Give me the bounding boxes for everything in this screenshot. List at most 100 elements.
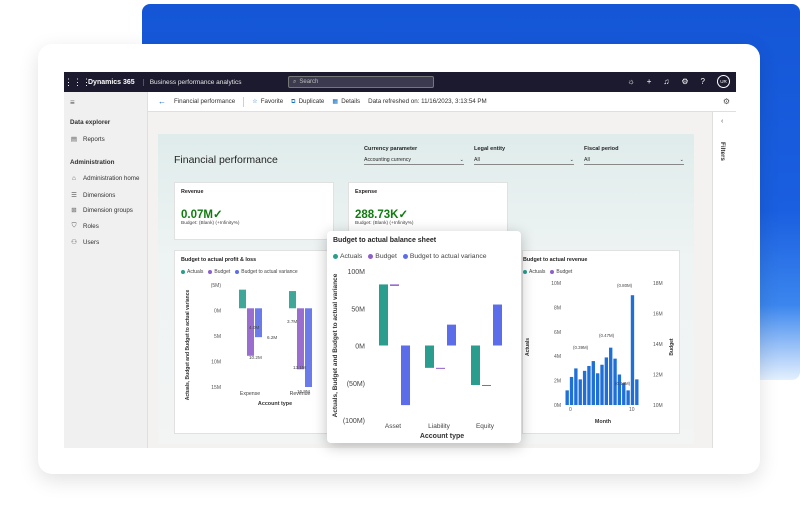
data-label: 13.1M <box>293 365 306 370</box>
legal-entity-dropdown[interactable]: All ⌄ <box>474 155 574 165</box>
fiscal-period-filter[interactable]: Fiscal period All ⌄ <box>584 146 684 165</box>
y-tick-label: (5M) <box>211 283 222 289</box>
bar-liability-budget-to-actual-variance <box>447 324 456 346</box>
legal-entity-filter[interactable]: Legal entity All ⌄ <box>474 146 574 165</box>
favorite-button[interactable]: ☆ Favorite <box>252 98 283 105</box>
top-icons: ☼ + ♫ ⚙ ? UR <box>627 75 730 88</box>
bar-liability-actuals <box>425 345 434 368</box>
y-axis-label: Actuals, Budget and Budget to actual var… <box>332 273 339 417</box>
y2-axis-label: Budget <box>669 338 675 356</box>
bar-equity-budget-to-actual-variance <box>493 304 502 346</box>
y-tick-label: (50M) <box>347 381 365 388</box>
bar-asset-budget-to-actual-variance <box>401 345 410 406</box>
favorite-label: Favorite <box>260 98 284 105</box>
y-tick-label: 10M <box>551 281 561 287</box>
data-refreshed-text: Data refreshed on: 11/16/2023, 3:13:54 P… <box>368 98 487 105</box>
sidebar-item-label: Dimensions <box>83 191 116 199</box>
star-icon: ☆ <box>252 98 258 105</box>
data-label: (0.39M) <box>573 345 589 350</box>
shield-icon: ⛉ <box>71 222 77 229</box>
y2-tick-label: 12M <box>653 373 663 379</box>
y-tick-label: 2M <box>554 379 561 385</box>
profit-loss-chart-panel[interactable]: Budget to actual profit & loss Actuals B… <box>174 250 344 434</box>
param-value: Accounting currency <box>364 156 411 163</box>
x-tick-label: Equity <box>476 423 495 430</box>
data-label: (0.47M) <box>599 333 615 338</box>
y-tick-label: 5M <box>214 334 221 340</box>
kpi-budget-text: Budget: (Blank) (+Infinity%) <box>181 221 240 226</box>
avatar[interactable]: UR <box>717 75 730 88</box>
hamburger-icon[interactable]: ≡ <box>70 98 75 107</box>
sidebar-item-label: Dimension groups <box>83 206 133 214</box>
details-button[interactable]: ▦ Details <box>332 98 360 105</box>
chevron-left-icon[interactable]: ‹ <box>721 118 723 125</box>
filters-pane[interactable]: ‹ Filters <box>712 112 736 448</box>
bar-equity-actuals <box>471 345 480 385</box>
sidebar-item-dimension-groups[interactable]: ⊞ Dimension groups <box>70 206 133 215</box>
checkmark-icon: ✓ <box>398 209 409 221</box>
bell-icon[interactable]: ♫ <box>663 77 669 86</box>
currency-parameter-filter[interactable]: Currency parameter Accounting currency ⌄ <box>364 146 464 165</box>
kpi-number: 288.73K <box>355 209 399 221</box>
data-label: (0.80M) <box>617 283 633 288</box>
revenue-kpi-card[interactable]: Revenue 0.07M✓ Budget: (Blank) (+Infinit… <box>174 182 334 240</box>
x-tick-label: 0 <box>569 407 572 413</box>
param-label: Legal entity <box>474 146 506 152</box>
home-icon: ⌂ <box>72 175 76 182</box>
plus-icon[interactable]: + <box>647 77 652 86</box>
x-axis-label: Account type <box>258 401 292 407</box>
bar-expense-actuals <box>239 289 246 309</box>
kpi-title: Revenue <box>181 189 204 195</box>
revenue-bar <box>609 347 613 405</box>
app-launcher-icon[interactable]: ⋮⋮⋮ <box>64 77 91 88</box>
data-label: 3.7M <box>287 319 297 324</box>
sidebar-item-dimensions[interactable]: ☰ Dimensions <box>70 191 116 200</box>
balance-sheet-chart-popup[interactable]: Budget to actual balance sheet Actuals B… <box>327 231 521 443</box>
revenue-chart-panel[interactable]: Budget to actual revenue Actuals Budget … <box>522 250 680 434</box>
back-arrow-icon[interactable]: ← <box>158 97 166 106</box>
details-label: Details <box>341 98 361 105</box>
x-axis-label: Month <box>595 419 611 425</box>
chevron-down-icon: ⌄ <box>459 156 464 163</box>
y-tick-label: 0M <box>214 309 221 315</box>
sidebar-item-reports[interactable]: ▤ Reports <box>70 135 105 144</box>
balance-sheet-chart: 100M 50M 0M (50M) (100M) Actuals, Budget and … <box>332 269 502 440</box>
revenue-bar <box>635 379 639 405</box>
sidebar-item-label: Reports <box>83 135 105 143</box>
page-breadcrumb: Financial performance <box>174 98 236 105</box>
y2-tick-label: 14M <box>653 342 663 348</box>
data-label: 16.9M <box>297 389 310 394</box>
lightbulb-icon[interactable]: ☼ <box>627 77 634 86</box>
data-label: (0.13M) <box>615 381 631 386</box>
revenue-bar <box>582 370 587 405</box>
currency-dropdown[interactable]: Accounting currency ⌄ <box>364 155 464 165</box>
user-icon: ⚇ <box>71 239 77 246</box>
fiscal-period-dropdown[interactable]: All ⌄ <box>584 155 684 165</box>
bar-liability-budget <box>436 367 445 369</box>
y-axis-label: Actuals <box>525 338 531 356</box>
settings-icon[interactable]: ⚙ <box>723 97 730 106</box>
duplicate-button[interactable]: ⧉ Duplicate <box>291 98 324 106</box>
brand-name[interactable]: Dynamics 365 <box>84 78 144 86</box>
sidebar-item-label: Administration home <box>83 175 140 182</box>
gear-icon[interactable]: ⚙ <box>681 77 688 86</box>
kpi-value: 0.07M✓ <box>181 207 223 221</box>
revenue-bar <box>574 368 578 405</box>
sidebar-item-administration-home[interactable]: ⌂ Administration home <box>70 175 139 182</box>
kpi-value: 288.73K✓ <box>355 207 408 221</box>
revenue-bar <box>617 374 622 405</box>
sidebar-item-label: Roles <box>83 222 99 230</box>
app-name: Business performance analytics <box>149 78 242 86</box>
y-tick-label: 15M <box>211 385 221 391</box>
x-axis-label: Account type <box>420 433 464 440</box>
revenue-bar <box>595 373 600 405</box>
param-label: Currency parameter <box>364 146 418 152</box>
sidebar-item-users[interactable]: ⚇ Users <box>70 238 99 247</box>
sidebar-item-roles[interactable]: ⛉ Roles <box>70 222 99 230</box>
help-icon[interactable]: ? <box>701 77 705 86</box>
param-label: Fiscal period <box>584 146 619 152</box>
kpi-title: Expense <box>355 189 378 195</box>
sidebar: ≡ Data explorer ▤ Reports Administration… <box>64 92 148 448</box>
search-input[interactable]: ⌕ Search <box>288 76 434 88</box>
y-tick-label: (100M) <box>343 418 365 425</box>
